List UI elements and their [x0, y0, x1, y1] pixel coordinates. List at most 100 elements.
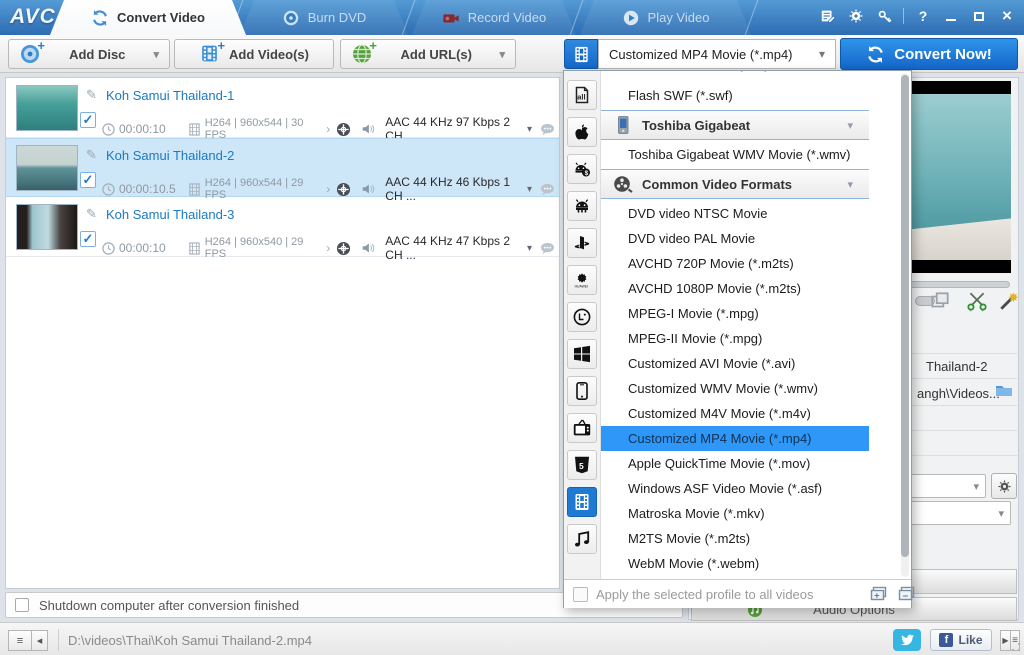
- tv-icon[interactable]: [567, 413, 597, 443]
- video-row[interactable]: ✎ Koh Samui Thailand-3 ✓ 00:00:10 H264 |…: [6, 198, 559, 257]
- mobile-phone-icon[interactable]: [567, 376, 597, 406]
- resize-grip[interactable]: [1011, 642, 1021, 652]
- rename-pencil-icon[interactable]: ✎: [86, 206, 97, 222]
- comment-bubble-icon[interactable]: [540, 123, 555, 136]
- huawei-icon[interactable]: HUAWEI: [567, 265, 597, 295]
- tab-burn-dvd[interactable]: Burn DVD: [240, 0, 408, 35]
- add-profile-icon[interactable]: +: [870, 586, 887, 603]
- shutdown-checkbox[interactable]: [15, 598, 29, 612]
- add-videos-button[interactable]: + Add Video(s): [174, 39, 334, 69]
- audio-formats-icon[interactable]: [567, 524, 597, 554]
- profile-menu-item[interactable]: AVCHD 720P Movie (*.m2ts): [601, 251, 869, 276]
- profile-menu-item[interactable]: DVD video PAL Movie: [601, 226, 869, 251]
- all-formats-icon[interactable]: all: [567, 80, 597, 110]
- plus-badge: +: [217, 38, 225, 53]
- playstation-icon[interactable]: [567, 228, 597, 258]
- crop-settings-icon[interactable]: [336, 122, 351, 137]
- help-icon[interactable]: ?: [914, 7, 932, 25]
- android-icon[interactable]: [567, 191, 597, 221]
- tab-label: Convert Video: [117, 10, 205, 25]
- add-disc-label: Add Disc: [49, 47, 145, 62]
- profile-menu-item[interactable]: DVD video NTSC Movie: [601, 201, 869, 226]
- android-paid-icon[interactable]: $: [567, 154, 597, 184]
- video-thumbnail[interactable]: [16, 85, 78, 131]
- queue-list-button[interactable]: ≡: [8, 630, 32, 651]
- remove-profile-icon[interactable]: –: [898, 586, 915, 603]
- app-logo: AVC: [10, 5, 56, 29]
- profile-menu-item[interactable]: MPEG-I Movie (*.mpg): [601, 301, 869, 326]
- video-thumbnail[interactable]: [16, 145, 78, 191]
- add-urls-button[interactable]: + Add URL(s) ▾: [340, 39, 516, 69]
- profile-menu-item[interactable]: Flash SWF (*.swf): [601, 83, 869, 108]
- video-formats-icon[interactable]: [567, 487, 597, 517]
- profile-group-toshiba-gigabeat[interactable]: Toshiba Gigabeat▾: [601, 110, 869, 140]
- twitter-button[interactable]: [893, 629, 921, 651]
- apply-profile-checkbox[interactable]: [573, 587, 588, 602]
- windows-icon[interactable]: [567, 339, 597, 369]
- tab-record-video[interactable]: Record Video: [412, 0, 576, 35]
- video-checkbox[interactable]: ✓: [80, 112, 96, 128]
- register-key-icon[interactable]: [875, 7, 893, 25]
- add-disc-icon: +: [19, 43, 41, 65]
- profile-group-common-video-formats[interactable]: Common Video Formats▾: [601, 169, 869, 199]
- play-queue-button[interactable]: ▶: [1000, 630, 1010, 651]
- tab-play-video[interactable]: Play Video: [580, 0, 751, 35]
- maximize-icon[interactable]: [970, 7, 988, 25]
- crop-settings-icon[interactable]: [336, 241, 351, 256]
- video-title[interactable]: Koh Samui Thailand-1: [106, 88, 234, 103]
- clock-icon: [102, 183, 115, 196]
- video-thumbnail[interactable]: [16, 204, 78, 250]
- comment-bubble-icon[interactable]: [540, 183, 555, 196]
- profile-menu-item[interactable]: Matroska Movie (*.mkv): [601, 501, 869, 526]
- facebook-like-button[interactable]: f Like: [930, 629, 992, 651]
- profile-menu-item[interactable]: Toshiba Gigabeat WMV Movie (*.wmv): [601, 142, 869, 167]
- menu-scrollbar[interactable]: [901, 73, 909, 577]
- plus-badge: +: [37, 38, 45, 53]
- minimize-icon[interactable]: [942, 7, 960, 25]
- rename-pencil-icon[interactable]: ✎: [86, 147, 97, 163]
- tab-bar: AVC Convert Video Burn DVD Record Video …: [0, 0, 1024, 35]
- profile-menu-item[interactable]: MPEG-II Movie (*.mpg): [601, 326, 869, 351]
- close-icon[interactable]: ×: [998, 7, 1016, 25]
- tab-convert-video[interactable]: Convert Video: [50, 0, 246, 35]
- profile-menu-item-selected[interactable]: Customized MP4 Movie (*.mp4): [601, 426, 869, 451]
- profile-menu-item[interactable]: Customized WMV Movie (*.wmv): [601, 376, 869, 401]
- lg-icon[interactable]: [567, 302, 597, 332]
- profile-film-button[interactable]: [564, 39, 598, 69]
- profile-settings-button[interactable]: [991, 473, 1017, 499]
- collapse-left-button[interactable]: ◂: [31, 630, 48, 651]
- rename-pencil-icon[interactable]: ✎: [86, 87, 97, 103]
- video-checkbox[interactable]: ✓: [80, 231, 96, 247]
- profile-menu-item[interactable]: M2TS Movie (*.m2ts): [601, 526, 869, 551]
- html5-icon[interactable]: 5: [567, 450, 597, 480]
- profile-menu-item-clipped[interactable]: Flash Video Movie (*.flv): [601, 71, 869, 83]
- video-title[interactable]: Koh Samui Thailand-3: [106, 207, 234, 222]
- video-row-selected[interactable]: ✎ Koh Samui Thailand-2 ✓ 00:00:10.5 H264…: [6, 138, 559, 197]
- add-disc-button[interactable]: + Add Disc ▾: [8, 39, 170, 69]
- plus-badge: +: [369, 38, 377, 53]
- video-checkbox[interactable]: ✓: [80, 172, 96, 188]
- clip-scissors-icon[interactable]: ++: [966, 290, 988, 312]
- convert-now-button[interactable]: Convert Now!: [840, 38, 1018, 70]
- profile-select[interactable]: Customized MP4 Movie (*.mp4) ▾: [598, 39, 836, 69]
- apple-icon[interactable]: [567, 117, 597, 147]
- profile-menu-item[interactable]: Customized AVI Movie (*.avi): [601, 351, 869, 376]
- crop-settings-icon[interactable]: [336, 182, 351, 197]
- effects-wand-icon[interactable]: [998, 290, 1020, 312]
- profile-menu-item[interactable]: Windows ASF Video Movie (*.asf): [601, 476, 869, 501]
- snapshot-icon[interactable]: [929, 290, 951, 312]
- profile-menu-item[interactable]: AVCHD 1080P Movie (*.m2ts): [601, 276, 869, 301]
- chevron-down-icon: ▾: [973, 480, 979, 493]
- menu-scrollbar-thumb[interactable]: [901, 75, 909, 557]
- comment-bubble-icon[interactable]: [540, 242, 555, 255]
- video-title[interactable]: Koh Samui Thailand-2: [106, 148, 234, 163]
- profile-menu-item[interactable]: Apple QuickTime Movie (*.mov): [601, 451, 869, 476]
- profile-menu-item[interactable]: WebM Movie (*.webm): [601, 551, 869, 576]
- folder-icon[interactable]: [995, 383, 1013, 397]
- profile-menu-item[interactable]: Customized M4V Movie (*.m4v): [601, 401, 869, 426]
- video-row[interactable]: ✎ Koh Samui Thailand-1 ✓ 00:00:10 H264 |…: [6, 79, 559, 138]
- window-controls: ? ×: [819, 7, 1016, 25]
- settings-gear-icon[interactable]: [847, 7, 865, 25]
- edit-list-icon[interactable]: [819, 7, 837, 25]
- audio-info-select[interactable]: AAC 44 KHz 47 Kbps 2 CH ...: [385, 234, 524, 262]
